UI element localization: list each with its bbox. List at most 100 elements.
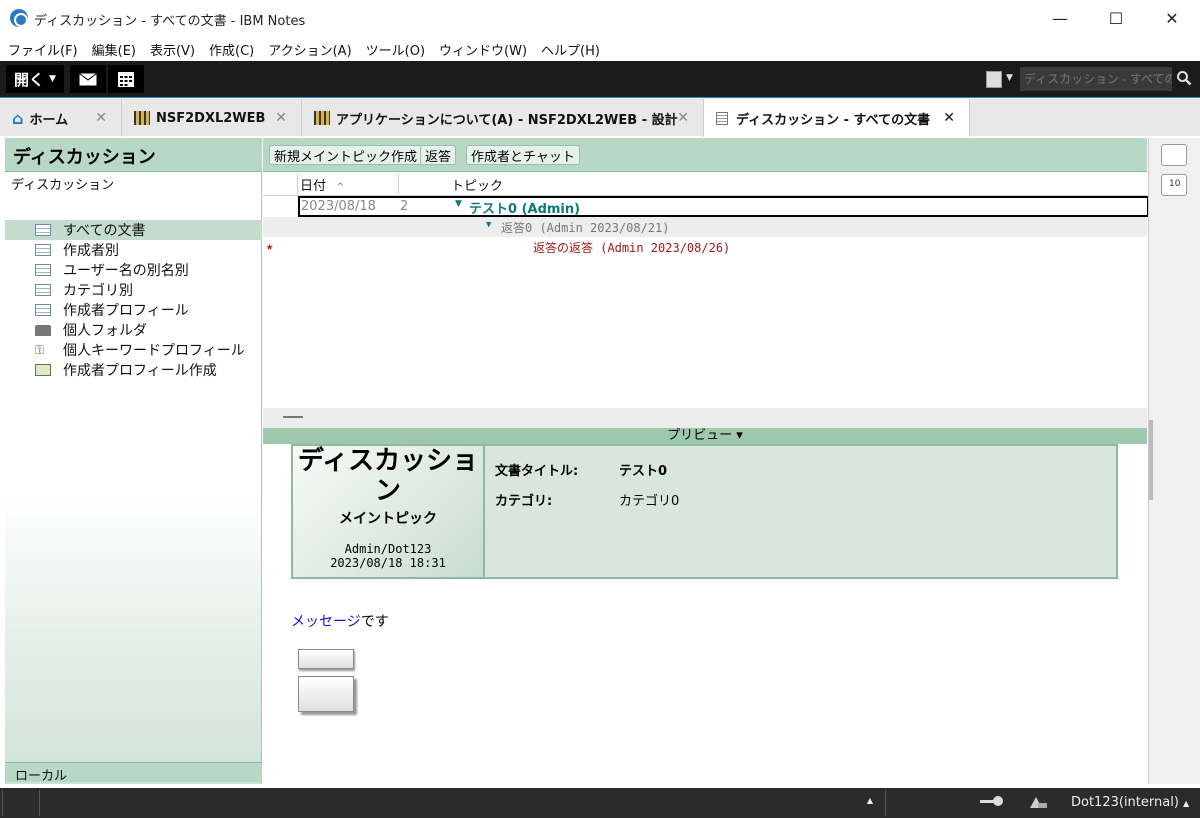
status-bar: ▲ Dot123(internal) ▲ (0, 788, 1200, 818)
search-input[interactable] (1020, 67, 1172, 91)
table-row[interactable]: ★ 返答の返答 (Admin 2023/08/26) (263, 237, 1147, 257)
sort-ascending-icon[interactable]: ^ (336, 182, 344, 193)
divider-grip-icon[interactable] (283, 416, 303, 418)
navigator-subtitle: ディスカッション (11, 178, 115, 193)
column-separator (297, 174, 298, 194)
document-icon (716, 111, 728, 125)
replication-icon[interactable] (1028, 794, 1048, 810)
view-column-header: 日付 ^ トピック (263, 172, 1147, 196)
tab-discussion-all-documents[interactable]: ディスカッション - すべての文書 ✕ (704, 99, 970, 137)
tab-label: ホーム (29, 112, 69, 128)
view-icon (35, 224, 51, 236)
close-icon[interactable]: ✕ (95, 110, 107, 126)
new-main-topic-button[interactable]: 新規メイントピック作成 (269, 145, 423, 165)
stacked-documents-icon[interactable] (298, 676, 354, 712)
status-up-arrow[interactable]: ▲ (867, 796, 873, 805)
nav-item-all-documents[interactable]: すべての文書 (5, 220, 262, 240)
close-window-button[interactable]: ✕ (1144, 0, 1200, 37)
search-icon[interactable] (1176, 70, 1192, 90)
tab-strip: ⌂ ホーム ✕ NSF2DXL2WEB ✕ アプリケーションについて(A) - … (0, 97, 1200, 137)
view-icon (35, 244, 51, 256)
table-row[interactable]: 2023/08/18 2 ▼ テスト0 (Admin) (298, 196, 1149, 217)
close-icon[interactable]: ✕ (943, 110, 955, 126)
calendar-icon[interactable] (108, 65, 144, 93)
menu-bar: ファイル(F) 編集(E) 表示(V) 作成(C) アクション(A) ツール(O… (0, 37, 1200, 61)
calendar-day-icon[interactable]: 10 (1161, 174, 1187, 196)
scrollbar-thumb[interactable] (1149, 420, 1153, 500)
nav-item-by-alternate-name[interactable]: ユーザー名の別名別 (5, 260, 262, 280)
navigator-pane: ディスカッション ディスカッション すべての文書 作成者別 ユーザー名の別名別 … (5, 138, 262, 784)
expand-triangle-icon[interactable]: ▼ (486, 220, 491, 230)
column-header-topic[interactable]: トピック (451, 175, 503, 194)
row-topic: テスト0 (Admin) (469, 202, 581, 217)
create-profile-icon (35, 364, 51, 376)
open-button[interactable]: 開く ▼ (6, 65, 64, 93)
chat-with-author-button[interactable]: 作成者とチャット (466, 145, 580, 165)
document-header-banner: ディスカッション メイントピック Admin/Dot123 2023/08/18… (293, 446, 485, 577)
menu-create[interactable]: 作成(C) (209, 40, 254, 59)
tab-label: ディスカッション - すべての文書 (736, 112, 931, 128)
nav-item-keyword-profile[interactable]: ⚿ 個人キーワードプロフィール (5, 340, 262, 360)
document-body: メッセージです (291, 611, 389, 631)
banner-datetime: 2023/08/18 18:31 (330, 556, 446, 570)
status-user[interactable]: Dot123(internal) ▲ (1071, 795, 1189, 810)
preview-bar[interactable]: プリビュー ▾ (263, 428, 1147, 444)
key-profile-icon: ⚿ (35, 342, 45, 357)
nav-item-label: 作成者プロフィール作成 (63, 363, 217, 379)
menu-action[interactable]: アクション(A) (268, 40, 351, 59)
nav-item-by-category[interactable]: カテゴリ別 (5, 280, 262, 300)
briefcase-icon[interactable] (1161, 144, 1187, 166)
search-scope-icon[interactable] (986, 71, 1002, 88)
menu-window[interactable]: ウィンドウ(W) (439, 40, 527, 59)
status-message-area[interactable]: ▲ (40, 790, 886, 816)
nav-item-label: 作成者プロフィール (63, 303, 189, 319)
banner-author: Admin/Dot123 (344, 542, 432, 556)
tab-home[interactable]: ⌂ ホーム ✕ (0, 99, 122, 137)
nav-item-label: 個人キーワードプロフィール (63, 343, 245, 359)
nav-item-by-author[interactable]: 作成者別 (5, 240, 262, 260)
menu-help[interactable]: ヘルプ(H) (541, 40, 600, 59)
nav-item-author-profiles[interactable]: 作成者プロフィール (5, 300, 262, 320)
status-segment[interactable] (2, 790, 40, 816)
column-header-date[interactable]: 日付 ^ (300, 175, 345, 194)
category-label: カテゴリ: (495, 494, 553, 509)
navigator-title: ディスカッション (5, 138, 262, 172)
view-icon (35, 264, 51, 276)
row-reply-count: 2 (400, 199, 409, 214)
key-icon[interactable] (980, 795, 1004, 807)
home-icon: ⌂ (12, 108, 24, 128)
row-reply: 返答0 (Admin 2023/08/21) (501, 221, 670, 235)
reply-button[interactable]: 返答 (420, 145, 457, 165)
window-title: ディスカッション - すべての文書 - IBM Notes (34, 14, 306, 29)
nav-item-label: 作成者別 (63, 243, 119, 259)
pane-divider[interactable] (263, 408, 1147, 428)
close-icon[interactable]: ✕ (275, 110, 287, 126)
menu-edit[interactable]: 編集(E) (92, 40, 136, 59)
doclink-icon[interactable] (298, 649, 354, 669)
chevron-down-icon: ▼ (49, 74, 56, 84)
table-row[interactable]: ▼ 返答0 (Admin 2023/08/21) (263, 217, 1147, 237)
tab-about-application[interactable]: アプリケーションについて(A) - NSF2DXL2WEB - 設計 ✕ (302, 99, 704, 137)
column-header-label: 日付 (300, 179, 327, 194)
nav-item-create-author-profile[interactable]: 作成者プロフィール作成 (5, 360, 262, 380)
menu-view[interactable]: 表示(V) (150, 40, 195, 59)
banner-title: ディスカッション (297, 446, 479, 506)
nav-item-label: 個人フォルダ (63, 323, 147, 339)
menu-tools[interactable]: ツール(O) (366, 40, 425, 59)
search-scope-chevron-icon[interactable]: ▼ (1006, 73, 1013, 83)
expand-triangle-icon[interactable]: ▼ (455, 199, 462, 209)
status-user-up-arrow[interactable]: ▲ (1183, 799, 1189, 808)
maximize-button[interactable]: ☐ (1088, 0, 1144, 37)
tab-label: NSF2DXL2WEB (156, 110, 266, 126)
nav-item-personal-folders[interactable]: 個人フォルダ (5, 320, 262, 340)
tab-nsf2dxl2web[interactable]: NSF2DXL2WEB ✕ (122, 99, 302, 137)
close-icon[interactable]: ✕ (677, 110, 689, 126)
nav-item-label: カテゴリ別 (63, 283, 133, 299)
body-text: です (360, 614, 389, 630)
title-bar: ディスカッション - すべての文書 - IBM Notes — ☐ ✕ (0, 0, 1200, 37)
envelope-icon[interactable] (70, 65, 106, 93)
body-link[interactable]: メッセージ (291, 614, 361, 630)
column-separator (398, 174, 399, 194)
minimize-button[interactable]: — (1032, 0, 1088, 37)
menu-file[interactable]: ファイル(F) (8, 40, 78, 59)
